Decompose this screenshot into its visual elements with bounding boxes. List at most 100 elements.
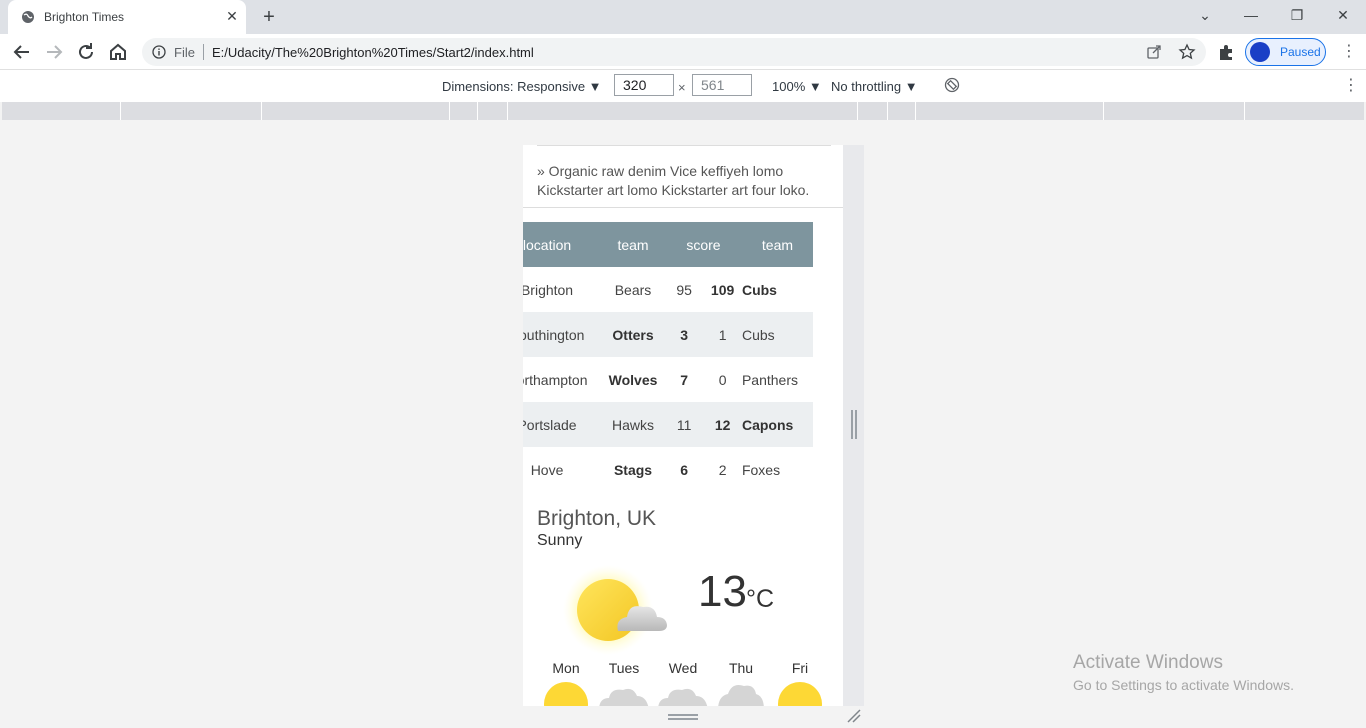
sun-icon (778, 682, 822, 706)
team-cell: Wolves (608, 371, 658, 388)
team-cell: Capons (741, 402, 813, 447)
extensions-puzzle-icon[interactable] (1217, 43, 1235, 61)
media-query-divider (477, 102, 478, 120)
article-bottom-divider (523, 207, 843, 208)
media-query-bar[interactable] (2, 102, 1364, 120)
new-tab-button[interactable]: + (258, 6, 280, 28)
team-cell: Hawks (601, 402, 665, 447)
column-header-team: team (741, 222, 813, 267)
forecast-day-thu: Thu (728, 660, 754, 676)
table-header-row: location team score team (523, 222, 813, 267)
globe-icon (22, 11, 34, 23)
location-cell: Northampton (523, 371, 588, 388)
media-query-divider (261, 102, 262, 120)
table-row: Northampton Wolves 7 0 Panthers (523, 357, 813, 402)
device-toolbar: Dimensions: Responsive ▼ 320 × 561 100% … (0, 70, 1366, 102)
profile-button[interactable]: Paused (1245, 38, 1326, 66)
column-header-score: score (664, 222, 742, 267)
score-cell: 109 (710, 281, 735, 298)
table-row: Hove Stags 6 2 Foxes (523, 447, 813, 492)
team-cell: Foxes (741, 461, 781, 478)
score-cell: 7 (680, 371, 688, 388)
table-row: Southington Otters 3 1 Cubs (523, 312, 813, 357)
address-scheme-label: File (174, 45, 195, 60)
close-window-button[interactable]: ✕ (1330, 4, 1356, 26)
team-cell: Bears (614, 281, 652, 298)
throttling-dropdown[interactable]: No throttling ▼ (831, 79, 918, 94)
avatar (1250, 42, 1270, 62)
forecast-day-wed: Wed (668, 660, 698, 676)
cloud-icon (718, 685, 764, 706)
score-cell: 12 (703, 402, 742, 447)
score-cell: 0 (718, 371, 727, 388)
media-query-divider (507, 102, 508, 120)
reload-icon[interactable] (74, 40, 98, 64)
rotate-icon[interactable] (944, 77, 960, 93)
address-url[interactable]: E:/Udacity/The%20Brighton%20Times/Start2… (212, 45, 534, 60)
forecast-day-tues: Tues (608, 660, 640, 676)
zoom-dropdown[interactable]: 100% ▼ (772, 79, 822, 94)
media-query-divider (887, 102, 888, 120)
media-query-divider (120, 102, 121, 120)
activate-windows-subtitle: Go to Settings to activate Windows. (1073, 677, 1294, 693)
forecast-day-mon: Mon (552, 660, 580, 676)
temperature-value: 13 (698, 567, 747, 616)
restore-button[interactable]: ❐ (1284, 4, 1310, 26)
device-toolbar-menu-icon[interactable]: ⋮ (1343, 76, 1359, 96)
score-cell: 95 (676, 281, 692, 298)
emulated-viewport: » Organic raw denim Vice keffiyeh lomo K… (523, 145, 843, 706)
team-cell: Cubs (741, 312, 813, 357)
tab-brighton-times[interactable]: Brighton Times ✕ (8, 0, 246, 34)
viewport-corner-resize-icon[interactable] (846, 708, 862, 724)
team-cell: Panthers (741, 371, 799, 388)
location-cell: Southington (523, 312, 602, 357)
media-query-divider (915, 102, 916, 120)
sun-cloud-icon (563, 565, 667, 655)
table-row: Portslade Hawks 11 12 Capons (523, 402, 813, 447)
tab-strip: Brighton Times ✕ + ⌄ — ❐ ✕ (0, 0, 1366, 34)
score-cell: 1 (703, 312, 742, 357)
width-input[interactable]: 320 (614, 74, 674, 96)
forecast-day-fri: Fri (791, 660, 809, 676)
profile-status-label: Paused (1280, 45, 1321, 59)
height-input[interactable]: 561 (692, 74, 752, 96)
weather-condition: Sunny (537, 532, 583, 549)
column-header-team: team (601, 222, 665, 267)
back-icon[interactable] (10, 40, 34, 64)
dimensions-dropdown[interactable]: Dimensions: Responsive ▼ (442, 79, 602, 94)
bookmark-star-icon[interactable] (1178, 43, 1196, 61)
close-tab-icon[interactable]: ✕ (224, 8, 240, 24)
minimize-button[interactable]: — (1238, 4, 1264, 26)
address-divider (203, 44, 204, 60)
team-cell: Otters (601, 312, 665, 357)
tab-search-icon[interactable]: ⌄ (1192, 4, 1218, 26)
table-row: Brighton Bears 95 109 Cubs (523, 267, 813, 312)
team-cell: Cubs (741, 281, 777, 298)
score-cell: 3 (664, 312, 704, 357)
article-divider (537, 145, 831, 146)
sun-icon (544, 682, 588, 706)
location-cell: Hove (530, 461, 564, 478)
forward-icon[interactable] (42, 40, 66, 64)
viewport-height-resize-handle[interactable] (668, 714, 698, 720)
browser-toolbar: File E:/Udacity/The%20Brighton%20Times/S… (0, 34, 1366, 70)
home-icon[interactable] (106, 40, 130, 64)
cloud-icon (658, 688, 708, 706)
location-cell: Portslade (523, 402, 602, 447)
media-query-divider (857, 102, 858, 120)
address-bar[interactable]: File E:/Udacity/The%20Brighton%20Times/S… (142, 38, 1206, 66)
info-icon[interactable] (152, 45, 166, 59)
scores-table: location team score team Brighton Bears … (523, 222, 813, 492)
article-snippet[interactable]: » Organic raw denim Vice keffiyeh lomo K… (537, 162, 837, 200)
team-cell: Stags (613, 461, 653, 478)
column-header-location: location (523, 222, 602, 267)
viewport-width-resize-handle[interactable] (851, 410, 857, 439)
temperature-unit: °C (746, 585, 775, 613)
location-cell: Brighton (523, 281, 574, 298)
share-icon[interactable] (1146, 44, 1162, 60)
score-cell: 2 (718, 461, 727, 478)
chrome-menu-icon[interactable]: ⋮ (1341, 42, 1357, 62)
media-query-divider (1244, 102, 1245, 120)
activate-windows-title: Activate Windows (1073, 652, 1223, 673)
dimension-separator: × (678, 80, 686, 95)
